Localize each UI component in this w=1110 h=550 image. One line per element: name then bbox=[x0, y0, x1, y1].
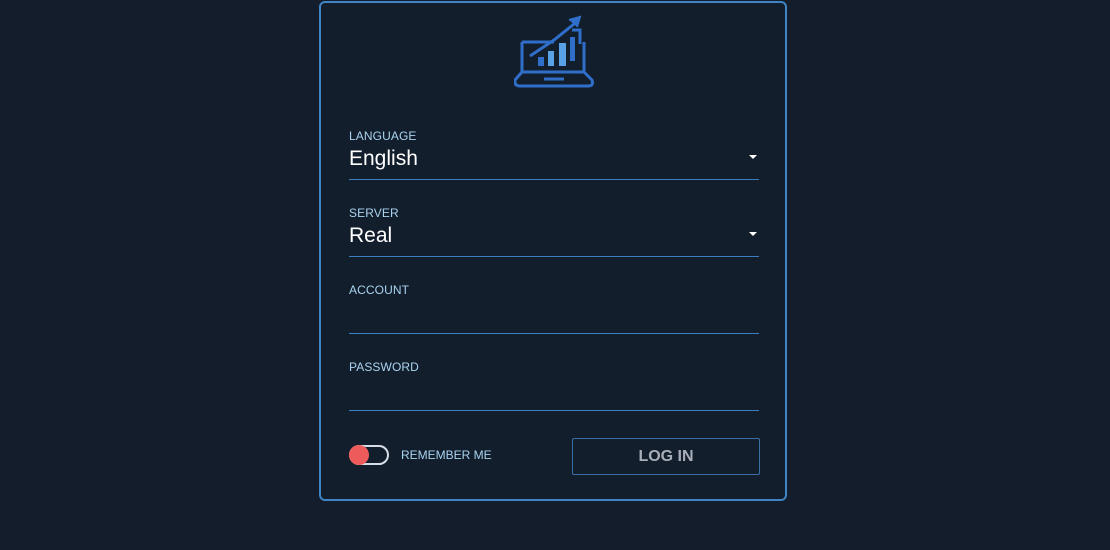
account-field: ACCOUNT bbox=[349, 281, 759, 334]
toggle-knob bbox=[349, 445, 369, 465]
password-field: PASSWORD bbox=[349, 358, 759, 411]
language-label: LANGUAGE bbox=[349, 129, 417, 143]
password-label: PASSWORD bbox=[349, 360, 419, 374]
login-button[interactable]: LOG IN bbox=[572, 438, 760, 475]
server-value: Real bbox=[349, 224, 393, 247]
language-value: English bbox=[349, 147, 418, 170]
caret-down-icon[interactable] bbox=[749, 232, 757, 236]
server-label: SERVER bbox=[349, 206, 399, 220]
password-input[interactable] bbox=[349, 380, 759, 408]
language-select[interactable]: LANGUAGE English bbox=[349, 127, 759, 180]
remember-me-toggle[interactable] bbox=[349, 445, 389, 465]
caret-down-icon[interactable] bbox=[749, 155, 757, 159]
remember-me-label: REMEMBER ME bbox=[401, 448, 492, 462]
laptop-chart-icon bbox=[514, 15, 594, 88]
account-label: ACCOUNT bbox=[349, 283, 410, 297]
login-card: LANGUAGE English SERVER Real ACCOUNT PAS… bbox=[319, 1, 787, 501]
account-input[interactable] bbox=[349, 303, 759, 331]
server-select[interactable]: SERVER Real bbox=[349, 204, 759, 257]
